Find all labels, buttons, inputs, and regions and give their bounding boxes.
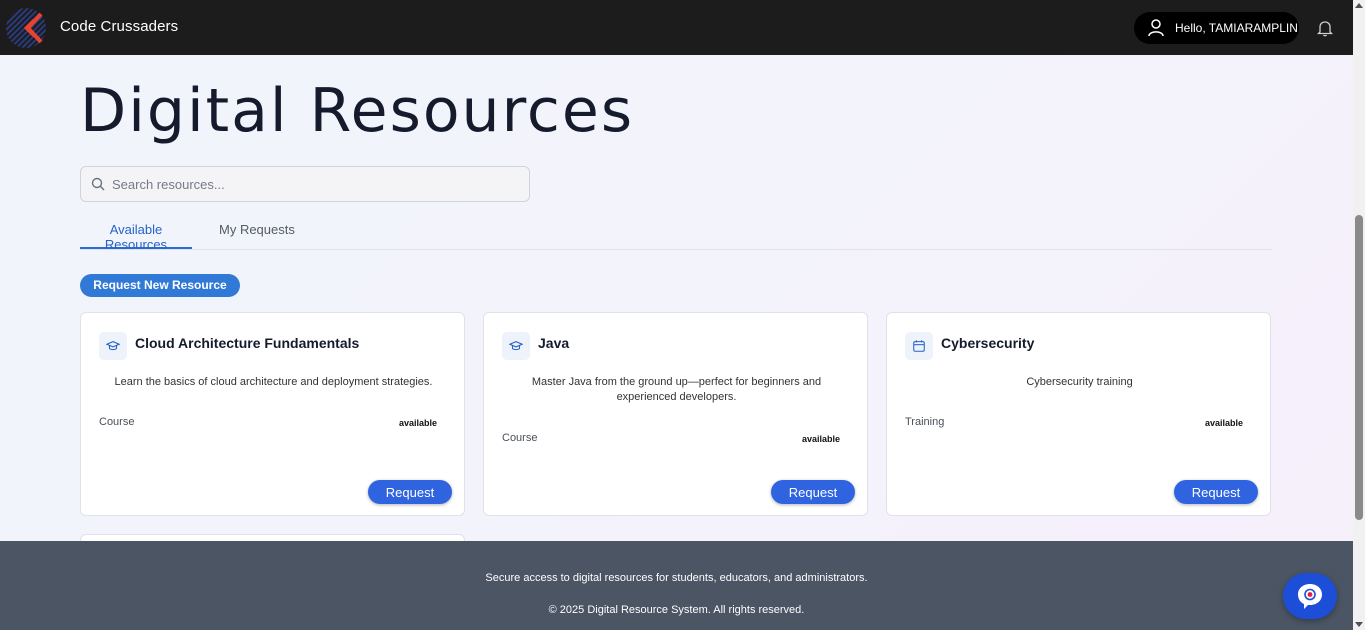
card-title: Cybersecurity	[941, 335, 1035, 351]
scroll-up-arrow-icon[interactable]	[1355, 3, 1363, 8]
top-navbar: Code Crussaders Hello, TAMIARAMPLIN	[0, 0, 1353, 55]
card-description: Master Java from the ground up—perfect f…	[531, 376, 822, 403]
user-icon	[1146, 18, 1166, 38]
notification-bell-icon[interactable]	[1316, 19, 1334, 37]
brand-name[interactable]: Code Crussaders	[60, 18, 178, 35]
page-title: Digital Resources	[80, 76, 635, 146]
page-footer: Secure access to digital resources for s…	[0, 541, 1353, 630]
resource-card: Cloud Architecture Fundamentals Learn th…	[80, 312, 465, 516]
card-type: Course	[99, 416, 135, 428]
request-button[interactable]: Request	[1174, 480, 1258, 504]
footer-copyright: © 2025 Digital Resource System. All righ…	[548, 604, 805, 616]
search-bar[interactable]	[80, 166, 530, 202]
request-new-resource-button[interactable]: Request New Resource	[80, 274, 240, 297]
card-type: Course	[502, 432, 538, 444]
request-button[interactable]: Request	[771, 480, 855, 504]
search-input[interactable]	[112, 176, 512, 192]
resource-tabs: Available Resources My Requests	[80, 218, 1272, 252]
card-description: Learn the basics of cloud architecture a…	[114, 376, 433, 388]
user-greeting: Hello, TAMIARAMPLIN	[1175, 21, 1298, 35]
status-badge: available	[1204, 418, 1243, 428]
calendar-icon	[905, 332, 933, 360]
footer-tagline: Secure access to digital resources for s…	[485, 572, 868, 584]
graduation-cap-icon	[99, 332, 127, 360]
card-description: Cybersecurity training	[1026, 376, 1133, 388]
scroll-thumb[interactable]	[1355, 215, 1363, 520]
user-menu-button[interactable]: Hello, TAMIARAMPLIN	[1134, 12, 1299, 44]
chat-assistant-button[interactable]	[1283, 573, 1337, 619]
card-type: Training	[905, 416, 945, 428]
search-icon	[91, 177, 105, 191]
card-title: Cloud Architecture Fundamentals	[135, 335, 360, 351]
scroll-down-arrow-icon[interactable]	[1355, 622, 1363, 627]
graduation-cap-icon	[502, 332, 530, 360]
tab-my-requests[interactable]: My Requests	[219, 222, 295, 237]
chat-bubble-icon	[1298, 584, 1322, 609]
status-badge: available	[398, 418, 437, 428]
status-badge: available	[801, 434, 840, 444]
card-title: Java	[538, 335, 570, 351]
page-scrollbar[interactable]	[1353, 0, 1365, 630]
brand-logo-icon[interactable]	[5, 7, 49, 49]
resource-card: Cybersecurity Cybersecurity training Tra…	[886, 312, 1271, 516]
resource-card: Java Master Java from the ground up—perf…	[483, 312, 868, 516]
request-button[interactable]: Request	[368, 480, 452, 504]
tab-available-resources[interactable]: Available Resources	[80, 222, 192, 252]
